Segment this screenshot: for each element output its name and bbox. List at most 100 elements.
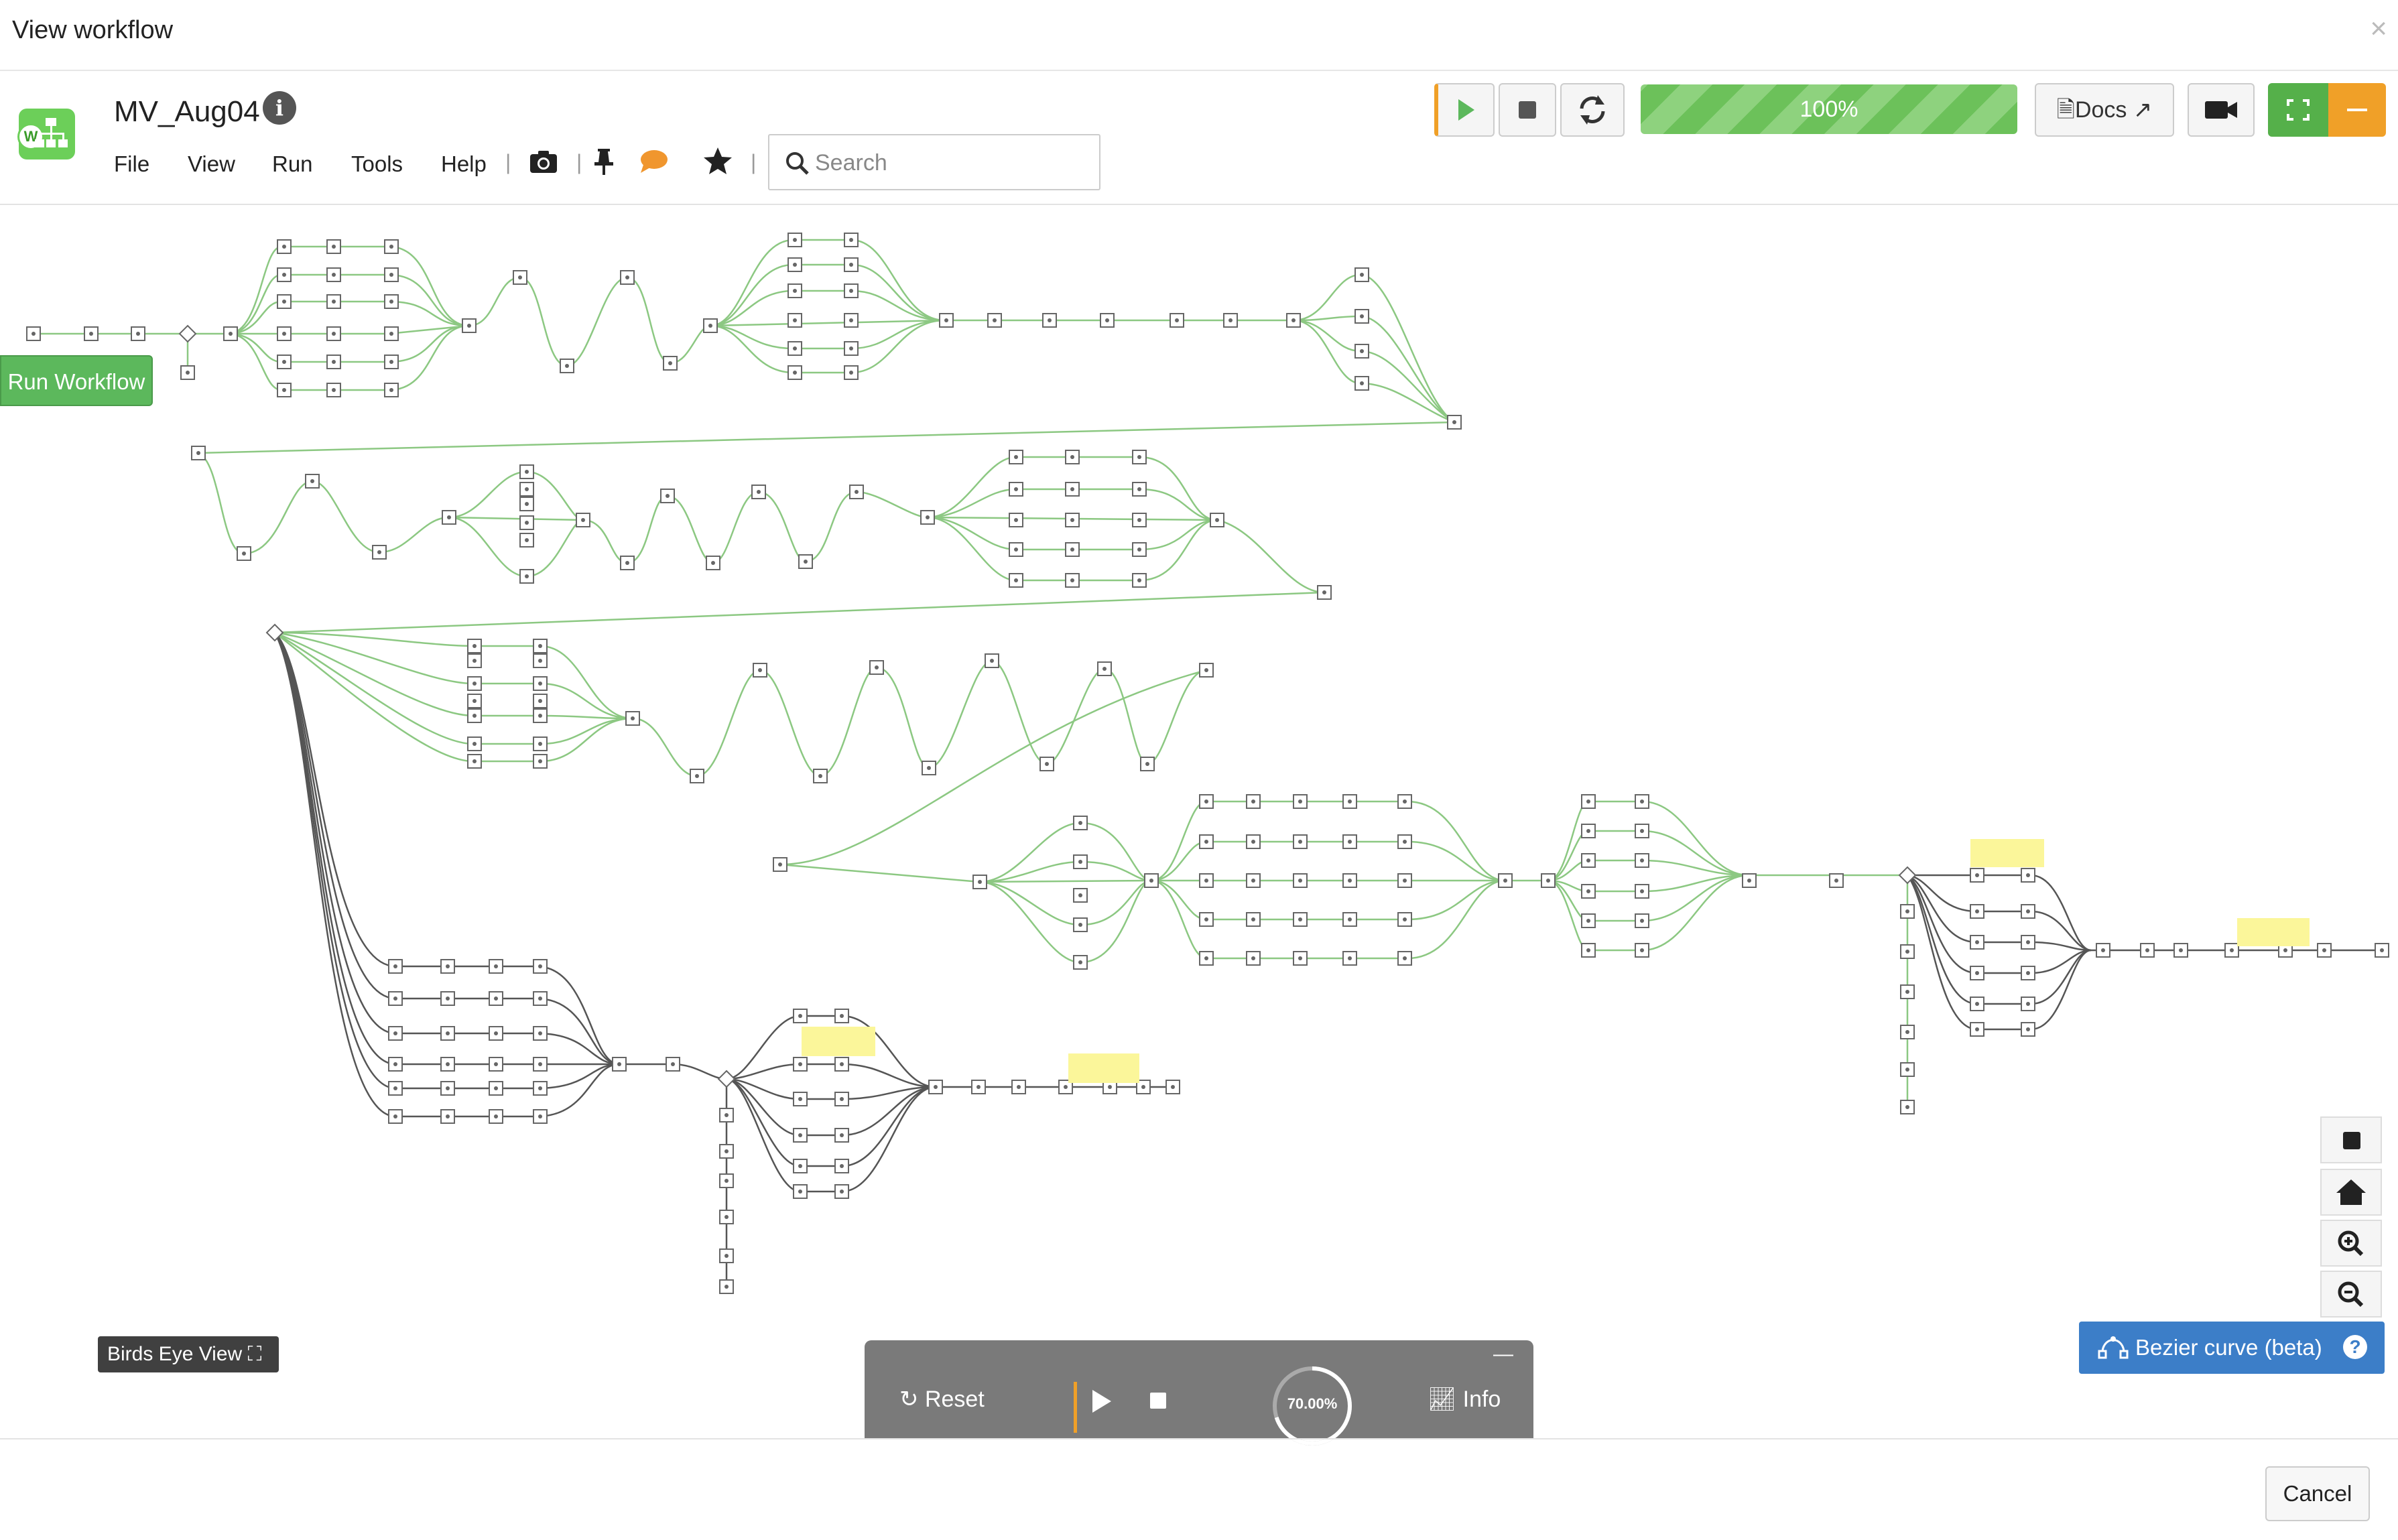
- node-port: [1048, 318, 1052, 322]
- node-port: [136, 332, 140, 336]
- node-port: [1298, 956, 1302, 960]
- play-icon[interactable]: [1086, 1385, 1117, 1418]
- node-port: [282, 332, 286, 336]
- play-button[interactable]: [1434, 83, 1495, 137]
- node-port: [538, 759, 542, 763]
- node-port: [525, 538, 529, 542]
- node-port: [229, 332, 233, 336]
- node-port: [332, 388, 336, 392]
- menu-run[interactable]: Run: [272, 151, 313, 177]
- node-port: [525, 521, 529, 525]
- zoom-stop-button[interactable]: [2320, 1116, 2382, 1163]
- node-port: [840, 1133, 844, 1137]
- star-icon[interactable]: [701, 145, 735, 178]
- node-port: [518, 275, 522, 279]
- docs-button[interactable]: 🗎Docs ↗: [2035, 83, 2174, 137]
- menu-file[interactable]: File: [114, 151, 149, 177]
- node-port: [332, 273, 336, 277]
- decision-nodes[interactable]: [178, 324, 1917, 1088]
- node-port: [724, 1285, 729, 1289]
- node-port: [1070, 548, 1074, 552]
- node-port: [1078, 893, 1082, 897]
- fullscreen-button[interactable]: [2268, 83, 2328, 137]
- node-port: [538, 699, 542, 703]
- workflow-nodes[interactable]: [26, 233, 2389, 1294]
- menu-help[interactable]: Help: [441, 151, 487, 177]
- stop-icon[interactable]: [1145, 1387, 1172, 1414]
- node-port: [310, 479, 314, 483]
- node-port: [1175, 318, 1179, 322]
- menu-tools[interactable]: Tools: [351, 151, 403, 177]
- node-port: [1298, 799, 1302, 804]
- node-port: [1137, 518, 1141, 522]
- node-port: [538, 1062, 542, 1066]
- node-port: [1360, 273, 1364, 277]
- zoom-in-icon: [2338, 1230, 2364, 1257]
- node-port: [625, 275, 629, 279]
- node-port: [724, 1149, 729, 1153]
- info-icon[interactable]: i: [263, 91, 296, 125]
- pin-icon[interactable]: [587, 145, 621, 178]
- node-port: [724, 1113, 729, 1117]
- node-port: [2322, 948, 2326, 952]
- node-port: [1078, 923, 1082, 927]
- zoom-in-button[interactable]: [2320, 1220, 2382, 1267]
- search-input[interactable]: [814, 143, 1091, 182]
- node-port: [1137, 455, 1141, 459]
- workflow-canvas[interactable]: [0, 205, 2398, 1438]
- node-port: [494, 1114, 498, 1118]
- node-port: [724, 1179, 729, 1183]
- node-port: [538, 742, 542, 746]
- refresh-button[interactable]: [1560, 83, 1625, 137]
- node-port: [1403, 956, 1407, 960]
- node-port: [2026, 1027, 2030, 1031]
- node-port: [1403, 799, 1407, 804]
- menu-view[interactable]: View: [188, 151, 235, 177]
- cancel-button[interactable]: Cancel: [2265, 1466, 2370, 1521]
- node-port: [538, 644, 542, 648]
- minus-icon: [2347, 109, 2367, 111]
- record-button[interactable]: [2188, 83, 2255, 137]
- help-icon[interactable]: ?: [2343, 1335, 2367, 1359]
- node-port: [472, 759, 477, 763]
- node-port: [840, 1097, 844, 1101]
- minimize-panel-button[interactable]: —: [1493, 1343, 1513, 1366]
- node-port: [393, 1086, 397, 1090]
- node-port: [538, 659, 542, 663]
- node-port: [332, 360, 336, 364]
- node-port: [1014, 518, 1018, 522]
- node-port: [666, 494, 670, 498]
- node-port: [538, 1031, 542, 1035]
- node-port: [793, 289, 797, 293]
- node-port: [617, 1062, 621, 1066]
- run-workflow-button[interactable]: Run Workflow: [0, 355, 153, 406]
- node-port: [242, 552, 246, 556]
- info-button[interactable]: 📈︎ Info: [1428, 1386, 1501, 1413]
- home-button[interactable]: [2320, 1169, 2382, 1216]
- node-port: [389, 273, 393, 277]
- node-port: [708, 324, 712, 328]
- node-port: [1014, 578, 1018, 582]
- comment-icon[interactable]: [637, 145, 670, 178]
- birds-eye-view-button[interactable]: Birds Eye View ⛶: [98, 1336, 279, 1372]
- node-port: [89, 332, 93, 336]
- bezier-curve-toggle[interactable]: Bezier curve (beta) ?: [2079, 1322, 2385, 1374]
- node-port: [1137, 487, 1141, 491]
- node-port: [849, 263, 853, 267]
- close-icon[interactable]: ×: [2370, 12, 2387, 46]
- zoom-out-button[interactable]: [2320, 1271, 2382, 1318]
- node-port: [1017, 1085, 1021, 1089]
- reset-button[interactable]: ↻ Reset: [899, 1386, 985, 1413]
- node-port: [757, 490, 761, 494]
- minimize-button[interactable]: [2328, 83, 2386, 137]
- camera-icon[interactable]: [527, 145, 560, 178]
- stop-button[interactable]: [1499, 83, 1556, 137]
- birds-eye-label: Birds Eye View: [107, 1343, 243, 1365]
- node-port: [1975, 940, 1979, 944]
- node-port: [1251, 917, 1255, 921]
- external-link-icon: ↗: [2133, 97, 2153, 123]
- node-port: [625, 561, 629, 565]
- node-port: [393, 997, 397, 1001]
- node-port: [389, 300, 393, 304]
- node-port: [840, 1062, 844, 1066]
